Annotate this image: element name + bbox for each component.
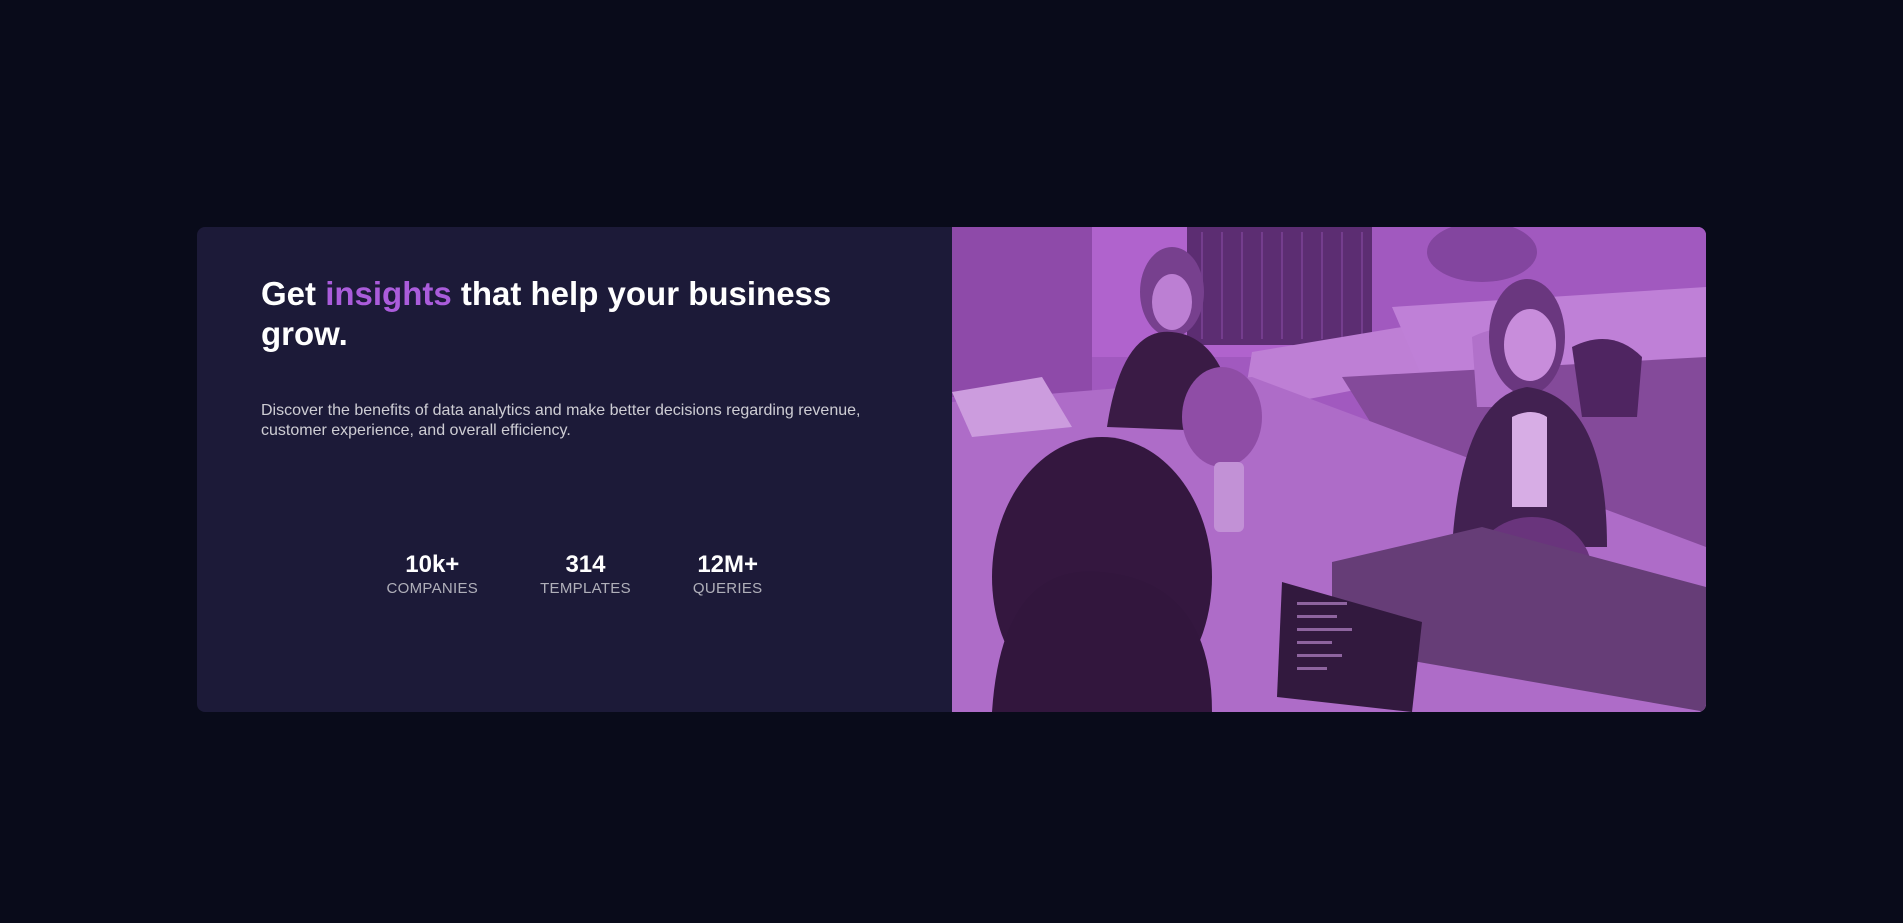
hero-content: Get insights that help your business gro… bbox=[197, 227, 952, 712]
stat-label: QUERIES bbox=[692, 580, 763, 597]
headline-accent-word: insights bbox=[325, 275, 452, 312]
stat-templates: 314 TEMPLATES bbox=[540, 550, 631, 598]
stat-value: 12M+ bbox=[697, 551, 759, 578]
stat-companies: 10k+ COMPANIES bbox=[386, 550, 478, 598]
hero-card: Get insights that help your business gro… bbox=[197, 227, 1706, 712]
stats-row: 10k+ COMPANIES 314 TEMPLATES 12M+ QUERIE… bbox=[197, 550, 952, 598]
stat-value: 10k+ bbox=[405, 551, 460, 578]
hero-description: Discover the benefits of data analytics … bbox=[261, 402, 861, 439]
stat-value: 314 bbox=[565, 551, 606, 578]
headline-text-start: Get bbox=[261, 275, 326, 312]
office-team-photo bbox=[952, 227, 1706, 712]
stat-queries: 12M+ QUERIES bbox=[693, 550, 763, 598]
hero-headline: Get insights that help your business gro… bbox=[261, 274, 851, 354]
stat-label: COMPANIES bbox=[386, 580, 479, 597]
photo-illustration bbox=[952, 227, 1706, 712]
stat-label: TEMPLATES bbox=[540, 580, 631, 597]
